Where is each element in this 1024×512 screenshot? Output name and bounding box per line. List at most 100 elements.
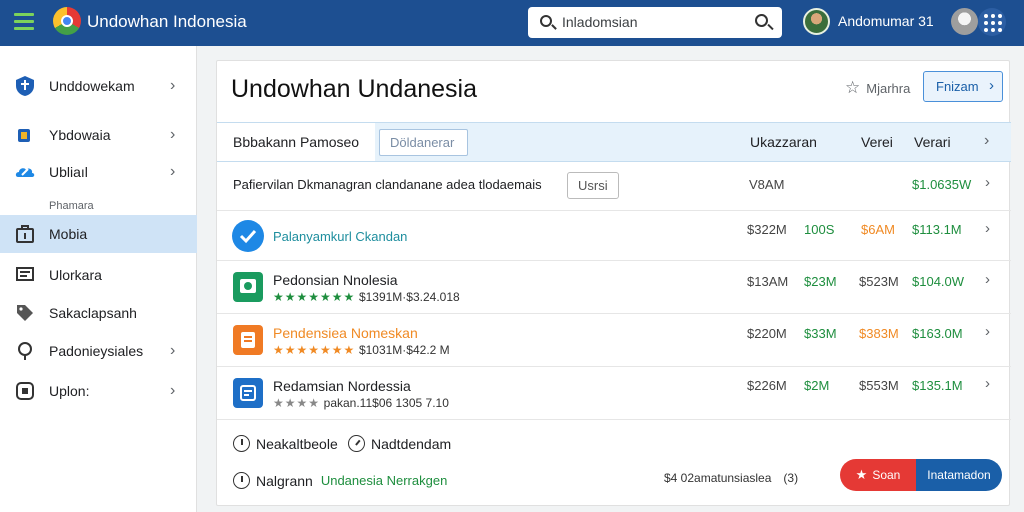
chevron-right-icon: ›: [170, 382, 176, 399]
chevron-right-icon: ›: [170, 342, 176, 359]
app-tile-icon: [233, 325, 263, 355]
search-input[interactable]: Inladomsian: [528, 7, 782, 38]
menu-icon[interactable]: [14, 13, 34, 31]
row-value: $2M: [804, 378, 830, 393]
footer-option-label: Neakaltbeole: [256, 435, 338, 452]
search-submit-icon[interactable]: [755, 14, 768, 27]
split-button[interactable]: ★ Soan Inatamadon: [840, 459, 1002, 491]
square-icon: [16, 382, 34, 400]
rating-stars: ★★★★★★★: [273, 343, 356, 357]
row-subtext: $1031M·$42.2 M: [358, 343, 450, 357]
sidebar-item-ybdowaia[interactable]: Ybdowaia ›: [0, 116, 197, 154]
sidebar: Unddowekam › Ybdowaia › Ubliaıl › Phamar…: [0, 46, 197, 512]
row-value: V8AM: [749, 177, 785, 192]
sidebar-item-label: Sakaclapsanh: [49, 305, 137, 321]
column-header[interactable]: Verari: [914, 134, 951, 150]
row-value: $135.1M: [912, 378, 963, 393]
row-value: $523M: [859, 274, 899, 289]
table-row[interactable]: Redamsian Nordessia ★★★★ pakan.11$06 130…: [217, 367, 1011, 420]
row-value: $23M: [804, 274, 837, 289]
row-subtext: $1391M·$3.24.018: [358, 290, 460, 304]
row-value: $1.0635W: [912, 177, 972, 192]
monitor-icon: [16, 267, 34, 281]
table-row[interactable]: Pedonsian Nnolesia ★★★★★★★ $1391M·$3.24.…: [217, 261, 1011, 314]
check-circle-icon: [232, 220, 264, 252]
chevron-right-icon: ›: [989, 77, 994, 94]
clock-icon: [344, 431, 369, 456]
row-title: Palanyamkurl Ckandan: [273, 229, 408, 244]
avatar[interactable]: [803, 8, 830, 35]
sidebar-item-label: Padonieysiales: [49, 343, 144, 359]
tab-secondary[interactable]: Döldanerar: [379, 129, 468, 156]
info-circle-icon: [233, 435, 250, 452]
star-button-label: Mjarhra: [866, 80, 911, 96]
row-value: $226M: [747, 378, 787, 393]
column-header[interactable]: Ukazzaran: [750, 134, 817, 150]
account-avatar[interactable]: [951, 8, 978, 35]
row-value: $220M: [747, 326, 787, 341]
row-subline: ★★★★★★★ $1391M·$3.24.018: [273, 289, 460, 304]
star-icon: ☆: [845, 78, 861, 97]
sidebar-item-ubliail[interactable]: Ubliaıl ›: [0, 153, 197, 191]
footer-option-link[interactable]: Undanesia Nerrakgen: [321, 473, 447, 488]
sidebar-item-label: Ubliaıl: [49, 164, 88, 180]
app-tile-icon: [233, 272, 263, 302]
app-logo: [53, 7, 81, 35]
row-title: Pafiervilan Dkmanagran clandanane adea t…: [233, 177, 542, 192]
chevron-right-icon[interactable]: ›: [985, 271, 990, 288]
main-panel: Undowhan Undanesia ☆ Mjarhra Fnizam › Bb…: [216, 60, 1011, 506]
split-left-label: Soan: [872, 468, 901, 482]
sidebar-item-uplon[interactable]: Uplon: ›: [0, 372, 197, 410]
split-button-left[interactable]: ★ Soan: [840, 459, 916, 491]
row-value: $33M: [804, 326, 837, 341]
sidebar-item-label: Unddowekam: [49, 78, 135, 94]
info-circle-icon: [233, 472, 250, 489]
table-row[interactable]: Pafiervilan Dkmanagran clandanane adea t…: [217, 162, 1011, 211]
row-subline: ★★★★ pakan.11$06 1305 7.10: [273, 395, 449, 410]
row-value: $163.0M: [912, 326, 963, 341]
sidebar-item-unddowekam[interactable]: Unddowekam ›: [0, 67, 197, 105]
table-row[interactable]: Pendensiea Nomeskan ★★★★★★★ $1031M·$42.2…: [217, 314, 1011, 367]
column-header[interactable]: Verei: [861, 134, 893, 150]
chevron-right-icon: ›: [170, 163, 176, 180]
sidebar-item-label: Ulorkara: [49, 267, 102, 283]
star-icon: ★: [855, 467, 868, 482]
sidebar-item-sakaclapsanh[interactable]: Sakaclapsanh: [0, 294, 197, 332]
row-badge-button[interactable]: Usrsi: [567, 172, 619, 199]
search-value[interactable]: Inladomsian: [562, 14, 638, 30]
footer-option[interactable]: Nalgrann Undanesia Nerrakgen: [233, 472, 447, 489]
sidebar-item-padonieysiales[interactable]: Padonieysiales ›: [0, 332, 197, 370]
footer-option[interactable]: Neakaltbeole: [233, 435, 338, 452]
cloud-icon: [15, 168, 35, 177]
chevron-right-icon[interactable]: ›: [985, 220, 990, 237]
footer-option-label: Nalgrann: [256, 472, 313, 489]
star-button[interactable]: ☆ Mjarhra: [845, 78, 910, 98]
footer-option[interactable]: Nadtdendam: [344, 431, 451, 456]
row-value: $113.1M: [912, 222, 962, 237]
chevron-right-icon[interactable]: ›: [985, 174, 990, 191]
row-value: $383M: [859, 326, 899, 341]
row-title: Redamsian Nordessia: [273, 378, 411, 394]
sidebar-section-label: Phamara: [49, 200, 94, 212]
apps-grid-icon[interactable]: [978, 8, 1006, 36]
row-title: Pendensiea Nomeskan: [273, 325, 418, 341]
shield-icon: [16, 76, 34, 96]
rating-stars: ★★★★★★★: [273, 290, 356, 304]
chevron-right-icon[interactable]: ›: [985, 323, 990, 340]
sidebar-item-ulorkara[interactable]: Ulorkara: [0, 256, 197, 294]
tab-active[interactable]: Bbbakann Pamoseo: [217, 123, 375, 161]
page-title: Undowhan Undanesia: [231, 75, 478, 103]
row-subline: ★★★★★★★ $1031M·$42.2 M: [273, 342, 450, 357]
row-value: $6AM: [861, 222, 895, 237]
footer-stats-count: (3): [783, 471, 799, 485]
pin-icon: [18, 342, 32, 360]
chevron-right-icon[interactable]: ›: [984, 132, 989, 150]
chevron-right-icon: ›: [170, 77, 176, 94]
row-title: Pedonsian Nnolesia: [273, 272, 398, 288]
primary-button[interactable]: Fnizam ›: [923, 71, 1003, 102]
sidebar-item-mobia[interactable]: Mobia: [0, 215, 197, 253]
row-value: $104.0W: [912, 274, 965, 289]
chevron-right-icon[interactable]: ›: [985, 375, 990, 392]
table-row[interactable]: Palanyamkurl Ckandan $322M 100S $6AM $11…: [217, 211, 1011, 261]
split-button-right[interactable]: Inatamadon: [916, 459, 1002, 491]
